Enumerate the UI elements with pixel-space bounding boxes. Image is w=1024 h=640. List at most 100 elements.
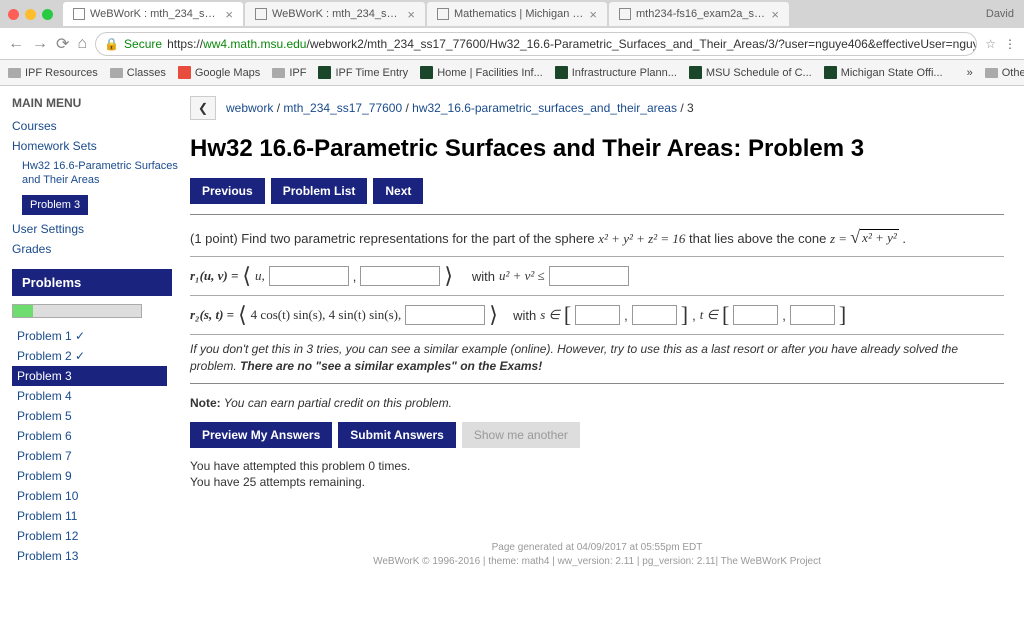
- problem-list-button[interactable]: Problem List: [271, 178, 368, 204]
- u-component: u,: [255, 268, 265, 284]
- browser-tab[interactable]: WeBWorK : mth_234_ss17_77 ×: [245, 2, 425, 26]
- other-bookmarks[interactable]: Other Bookmarks: [985, 67, 1024, 79]
- breadcrumb-back-button[interactable]: ❮: [190, 96, 216, 120]
- problem-link[interactable]: Problem 10: [12, 486, 167, 506]
- folder-icon: [110, 68, 123, 78]
- with-text: with: [513, 308, 536, 323]
- courses-link[interactable]: Courses: [12, 116, 180, 136]
- close-icon[interactable]: ×: [771, 7, 779, 22]
- s-in: s ∈: [540, 307, 560, 323]
- sqrt-expression: √x² + y²: [850, 227, 899, 248]
- page-icon: [619, 8, 631, 20]
- tab-title: Mathematics | Michigan State: [454, 8, 584, 20]
- r2-input-3[interactable]: [405, 305, 485, 325]
- nav-bar: ← → ⟳ ⌂ 🔒 Secure https://ww4.math.msu.ed…: [0, 28, 1024, 60]
- s-high-input[interactable]: [632, 305, 677, 325]
- prompt-text: (1 point) Find two parametric representa…: [190, 231, 598, 246]
- reload-button[interactable]: ⟳: [56, 34, 69, 54]
- problem-box: (1 point) Find two parametric representa…: [190, 214, 1004, 384]
- problem-link[interactable]: Problem 6: [12, 426, 167, 446]
- s-low-input[interactable]: [575, 305, 620, 325]
- problem-link[interactable]: Problem 1 ✓: [12, 326, 167, 346]
- back-button[interactable]: ←: [8, 35, 24, 53]
- bookmark-item[interactable]: MSU Schedule of C...: [689, 66, 812, 79]
- problem-link[interactable]: Problem 5: [12, 406, 167, 426]
- problem-link[interactable]: Problem 12: [12, 526, 167, 546]
- profile-name[interactable]: David: [976, 8, 1024, 20]
- address-bar[interactable]: 🔒 Secure https://ww4.math.msu.edu/webwor…: [95, 32, 977, 56]
- tab-title: WeBWorK : mth_234_ss17_77: [272, 8, 402, 20]
- current-problem-box[interactable]: Problem 3: [22, 195, 88, 215]
- bookmark-item[interactable]: Classes: [110, 67, 166, 79]
- r2-label: r₂(s, t) =: [190, 307, 234, 323]
- next-button[interactable]: Next: [373, 178, 423, 204]
- browser-chrome: WeBWorK : mth_234_ss17_77 × WeBWorK : mt…: [0, 0, 1024, 86]
- browser-tab[interactable]: WeBWorK : mth_234_ss17_77 ×: [63, 2, 243, 26]
- problem-link[interactable]: Problem 13: [12, 546, 167, 566]
- maximize-window-icon[interactable]: [42, 9, 53, 20]
- problem-link[interactable]: Problem 9: [12, 466, 167, 486]
- bookmark-bar: IPF Resources Classes Google Maps IPF IP…: [0, 60, 1024, 86]
- problem-link[interactable]: Problem 7: [12, 446, 167, 466]
- browser-tab[interactable]: mth234-fs16_exam2a_solutio ×: [609, 2, 789, 26]
- cone-lhs: z =: [830, 231, 850, 246]
- with-text: with: [472, 269, 495, 284]
- angle-bracket-icon: ⟨: [238, 302, 247, 328]
- sphere-equation: x² + y² + z² = 16: [598, 231, 685, 246]
- bookmark-item[interactable]: Home | Facilities Inf...: [420, 66, 543, 79]
- tab-title: WeBWorK : mth_234_ss17_77: [90, 8, 220, 20]
- r1-input-3[interactable]: [360, 266, 440, 286]
- grades-link[interactable]: Grades: [12, 239, 180, 259]
- star-icon[interactable]: ☆: [985, 37, 996, 51]
- bookmark-item[interactable]: Michigan State Offi...: [824, 66, 943, 79]
- folder-icon: [8, 68, 21, 78]
- user-settings-link[interactable]: User Settings: [12, 219, 180, 239]
- bookmark-item[interactable]: Infrastructure Plann...: [555, 66, 677, 79]
- r1-input-2[interactable]: [269, 266, 349, 286]
- r1-bound-input[interactable]: [549, 266, 629, 286]
- menu-icon[interactable]: ⋮: [1004, 37, 1016, 51]
- problem-link-active[interactable]: Problem 3: [12, 366, 167, 386]
- prompt-end: .: [902, 231, 906, 246]
- t-high-input[interactable]: [790, 305, 835, 325]
- bookmark-item[interactable]: IPF: [272, 67, 306, 79]
- tab-title: mth234-fs16_exam2a_solutio: [636, 8, 766, 20]
- breadcrumb-link[interactable]: webwork: [226, 101, 273, 115]
- site-icon: [555, 66, 568, 79]
- problem-link[interactable]: Problem 11: [12, 506, 167, 526]
- sidebar: MAIN MENU Courses Homework Sets Hw32 16.…: [0, 86, 180, 640]
- close-icon[interactable]: ×: [589, 7, 597, 22]
- note: Note: You can earn partial credit on thi…: [190, 396, 1004, 410]
- url-text: https://ww4.math.msu.edu/webwork2/mth_23…: [167, 37, 977, 51]
- attempt-info: You have attempted this problem 0 times.…: [190, 458, 1004, 492]
- hint-text: If you don't get this in 3 tries, you ca…: [190, 335, 1004, 375]
- close-icon[interactable]: ×: [407, 7, 415, 22]
- t-low-input[interactable]: [733, 305, 778, 325]
- home-button[interactable]: ⌂: [77, 35, 87, 53]
- page-icon: [437, 8, 449, 20]
- problem-link[interactable]: Problem 4: [12, 386, 167, 406]
- problem-link[interactable]: Problem 2 ✓: [12, 346, 167, 366]
- breadcrumb: webwork / mth_234_ss17_77600 / hw32_16.6…: [226, 101, 694, 115]
- close-icon[interactable]: ×: [225, 7, 233, 22]
- minimize-window-icon[interactable]: [25, 9, 36, 20]
- site-icon: [420, 66, 433, 79]
- page-icon: [255, 8, 267, 20]
- hw-name-link[interactable]: Hw32 16.6-Parametric Surfaces and Their …: [12, 156, 180, 191]
- browser-tab[interactable]: Mathematics | Michigan State ×: [427, 2, 607, 26]
- bookmark-item[interactable]: IPF Time Entry: [318, 66, 408, 79]
- forward-button[interactable]: →: [32, 35, 48, 53]
- breadcrumb-link[interactable]: hw32_16.6-parametric_surfaces_and_their_…: [412, 101, 677, 115]
- breadcrumb-link[interactable]: mth_234_ss17_77600: [283, 101, 402, 115]
- site-icon: [318, 66, 331, 79]
- page-icon: [73, 8, 85, 20]
- preview-button[interactable]: Preview My Answers: [190, 422, 332, 448]
- bookmark-item[interactable]: IPF Resources: [8, 67, 98, 79]
- bookmark-item[interactable]: Google Maps: [178, 66, 260, 79]
- close-window-icon[interactable]: [8, 9, 19, 20]
- submit-button[interactable]: Submit Answers: [338, 422, 456, 448]
- bookmark-chevron[interactable]: »: [967, 67, 973, 79]
- previous-button[interactable]: Previous: [190, 178, 265, 204]
- show-another-button: Show me another: [462, 422, 580, 448]
- homework-sets-link[interactable]: Homework Sets: [12, 136, 180, 156]
